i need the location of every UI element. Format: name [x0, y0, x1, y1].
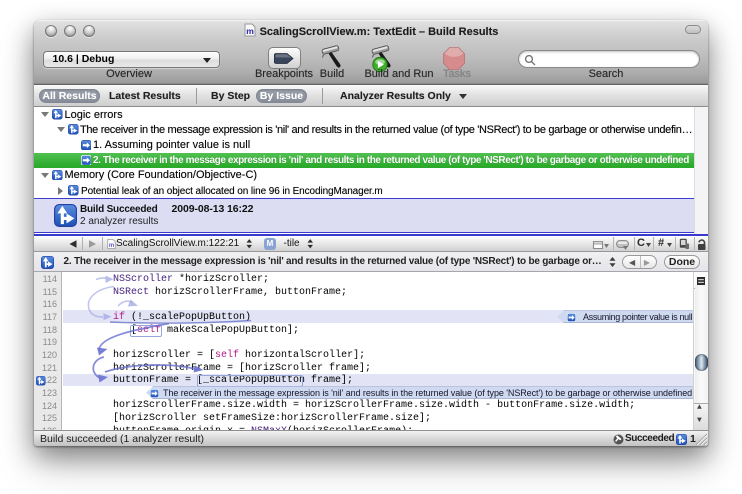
svg-text:m: m	[246, 26, 254, 36]
svg-text:m: m	[108, 243, 113, 249]
